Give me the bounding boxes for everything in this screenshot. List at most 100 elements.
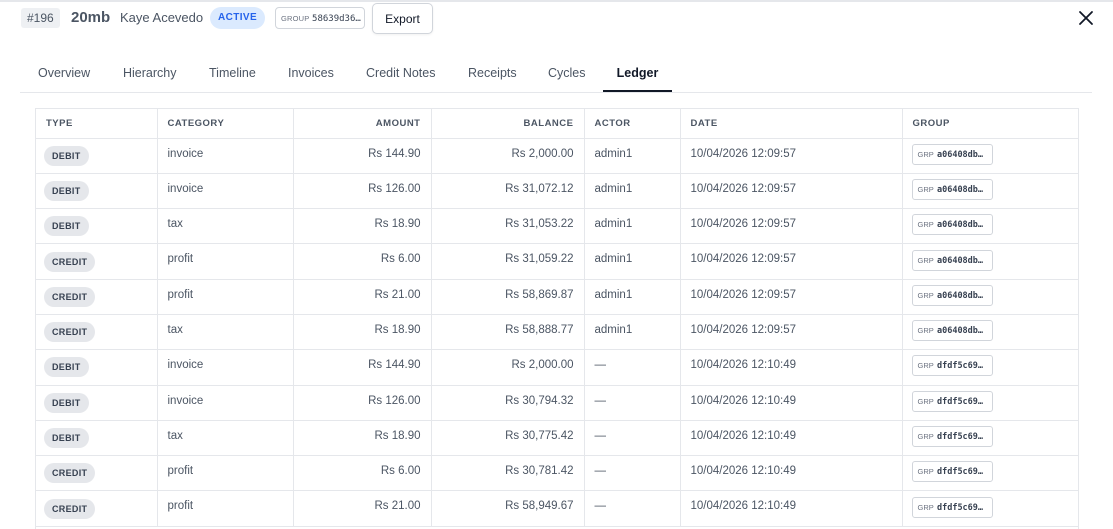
actor-cell: — (584, 420, 681, 457)
balance-cell: Rs 2,000.00 (431, 349, 585, 386)
table-row[interactable]: CREDIT tax Rs 18.90 Rs 58,888.77 admin1 10/04… (36, 314, 1078, 351)
amount-text: Rs 18.90 (374, 218, 421, 231)
balance-text: Rs 31,053.22 (505, 218, 574, 231)
type-badge: DEBIT (44, 392, 89, 413)
close-icon[interactable] (1077, 9, 1095, 27)
date-text: 10/04/2026 12:10:49 (690, 500, 797, 513)
group-link-chip[interactable]: GRP a06408db… (911, 249, 993, 271)
balance-text: Rs 58,949.67 (505, 500, 574, 513)
group-cell: GRP dfdf5c69… (902, 455, 1078, 492)
actor-cell: — (584, 385, 681, 421)
table-row[interactable]: DEBIT invoice Rs 126.00 Rs 31,072.12 admin1 1… (36, 173, 1078, 210)
column-header-group[interactable]: GROUP (902, 109, 1078, 139)
date-cell: 10/04/2026 12:10:49 (680, 490, 903, 527)
group-link-chip[interactable]: GRP dfdf5c69… (911, 390, 993, 412)
group-cell: GRP a06408db… (902, 138, 1078, 174)
balance-text: Rs 30,794.32 (505, 394, 574, 407)
tab-receipts[interactable]: Receipts (468, 55, 517, 92)
amount-text: Rs 126.00 (368, 182, 421, 195)
category-cell: profit (157, 490, 294, 527)
table-row[interactable]: CREDIT profit Rs 21.00 Rs 58,949.67 — 10/04/2… (36, 490, 1078, 527)
group-link-chip[interactable]: GRP a06408db… (911, 284, 993, 306)
tab-invoices[interactable]: Invoices (288, 55, 334, 92)
table-row[interactable]: DEBIT tax Rs 18.90 Rs 31,053.22 admin1 10/04/… (36, 208, 1078, 245)
tab-credit-notes[interactable]: Credit Notes (366, 55, 435, 92)
amount-text: Rs 21.00 (374, 500, 421, 513)
date-text: 10/04/2026 12:10:49 (690, 394, 797, 407)
table-row[interactable]: CREDIT profit Rs 6.00 Rs 31,059.22 admin1 10/… (36, 243, 1078, 280)
actor-text: — (594, 465, 607, 478)
date-cell: 10/04/2026 12:09:57 (680, 138, 903, 174)
actor-text: admin1 (594, 147, 633, 160)
ledger-body: DEBIT invoice Rs 144.90 Rs 2,000.00 admin1 10… (36, 138, 1078, 527)
balance-text: Rs 31,072.12 (505, 182, 574, 195)
export-button[interactable]: Export (372, 3, 433, 34)
type-badge: CREDIT (44, 463, 96, 484)
table-row[interactable]: CREDIT profit Rs 21.00 Rs 58,869.87 admin1 10… (36, 279, 1078, 315)
column-header-category[interactable]: CATEGORY (157, 109, 294, 139)
amount-cell: Rs 126.00 (293, 173, 432, 210)
balance-cell: Rs 31,053.22 (431, 208, 585, 245)
table-row[interactable]: CREDIT profit Rs 6.00 Rs 30,781.42 — 10/04/20… (36, 455, 1078, 492)
group-chip-label: GRP (917, 326, 934, 336)
balance-text: Rs 2,000.00 (511, 359, 574, 372)
amount-text: Rs 18.90 (374, 323, 421, 336)
tab-overview[interactable]: Overview (38, 55, 90, 92)
type-cell: DEBIT (36, 173, 158, 210)
column-header-date[interactable]: DATE (680, 109, 903, 139)
group-chip-label: GROUP (281, 14, 310, 23)
group-chip-label: GRP (917, 467, 934, 477)
customer-name: Kaye Acevedo (120, 10, 204, 25)
category-cell: profit (157, 279, 294, 315)
tab-ledger[interactable]: Ledger (603, 55, 672, 92)
amount-text: Rs 126.00 (368, 394, 421, 407)
tab-hierarchy[interactable]: Hierarchy (123, 55, 177, 92)
group-chip-value: a06408db… (936, 326, 984, 337)
category-cell: invoice (157, 138, 294, 174)
type-cell: CREDIT (36, 455, 158, 492)
group-link-chip[interactable]: GRP a06408db… (911, 178, 993, 200)
group-link-chip[interactable]: GRP dfdf5c69… (911, 461, 993, 483)
group-chip-label: GRP (917, 184, 934, 194)
table-row[interactable]: DEBIT invoice Rs 126.00 Rs 30,794.32 — 10/04/… (36, 385, 1078, 421)
category-text: profit (167, 253, 194, 266)
record-id-badge: #196 (21, 8, 60, 28)
column-header-type[interactable]: TYPE (36, 109, 158, 139)
group-chip-label: GRP (917, 149, 934, 159)
category-cell: invoice (157, 349, 294, 386)
date-cell: 10/04/2026 12:10:49 (680, 420, 903, 457)
column-header-balance[interactable]: BALANCE (431, 109, 585, 139)
table-row[interactable]: DEBIT tax Rs 18.90 Rs 30,775.42 — 10/04/2026 … (36, 420, 1078, 457)
type-cell: DEBIT (36, 420, 158, 457)
group-link-chip[interactable]: GRP a06408db… (911, 320, 993, 342)
tab-timeline[interactable]: Timeline (209, 55, 256, 92)
tab-cycles[interactable]: Cycles (548, 55, 586, 92)
category-text: invoice (167, 182, 204, 195)
category-cell: invoice (157, 173, 294, 210)
group-chip[interactable]: GROUP 58639d36… (275, 7, 365, 29)
actor-text: admin1 (594, 253, 633, 266)
type-badge: DEBIT (44, 357, 89, 378)
group-link-chip[interactable]: GRP a06408db… (911, 143, 993, 165)
type-badge: DEBIT (44, 180, 89, 201)
category-text: profit (167, 465, 194, 478)
amount-cell: Rs 21.00 (293, 490, 432, 527)
category-text: invoice (167, 147, 204, 160)
amount-cell: Rs 18.90 (293, 420, 432, 457)
group-link-chip[interactable]: GRP dfdf5c69… (911, 426, 993, 448)
date-cell: 10/04/2026 12:09:57 (680, 314, 903, 351)
column-header-amount[interactable]: AMOUNT (293, 109, 432, 139)
date-cell: 10/04/2026 12:09:57 (680, 208, 903, 245)
amount-cell: Rs 6.00 (293, 455, 432, 492)
group-link-chip[interactable]: GRP dfdf5c69… (911, 496, 993, 518)
group-chip-label: GRP (917, 502, 934, 512)
group-cell: GRP dfdf5c69… (902, 420, 1078, 457)
table-row[interactable]: DEBIT invoice Rs 144.90 Rs 2,000.00 — 10/04/2… (36, 349, 1078, 386)
amount-cell: Rs 18.90 (293, 208, 432, 245)
group-chip-value: dfdf5c69… (936, 361, 984, 372)
table-row[interactable]: DEBIT invoice Rs 144.90 Rs 2,000.00 admin1 10… (36, 138, 1078, 174)
column-header-actor[interactable]: ACTOR (584, 109, 681, 139)
group-link-chip[interactable]: GRP a06408db… (911, 214, 993, 236)
group-link-chip[interactable]: GRP dfdf5c69… (911, 355, 993, 377)
balance-cell: Rs 2,000.00 (431, 138, 585, 174)
